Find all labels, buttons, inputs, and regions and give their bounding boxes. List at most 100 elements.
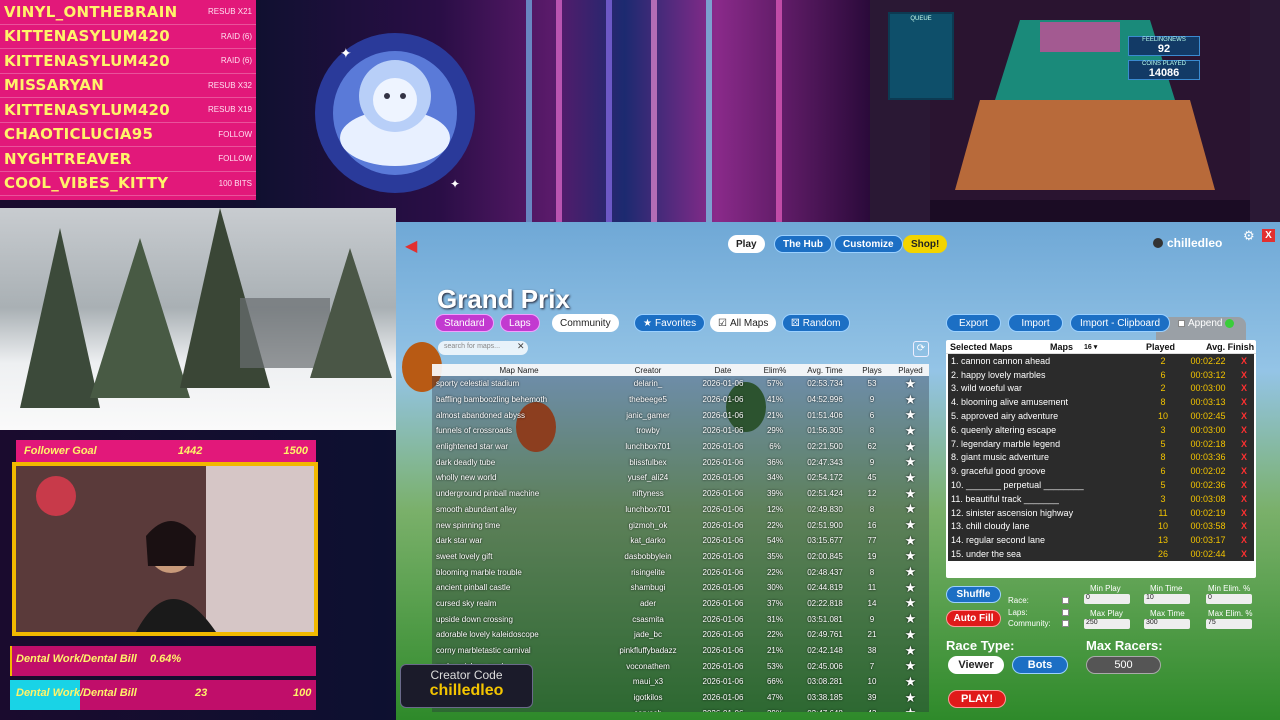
autofill-button[interactable]: Auto Fill	[946, 610, 1001, 627]
col-avg-time[interactable]: Avg. Time	[798, 366, 852, 375]
race-checkbox[interactable]	[1062, 597, 1069, 604]
col-date[interactable]: Date	[694, 366, 752, 375]
max-time-input[interactable]: 300	[1144, 619, 1190, 629]
tab-play[interactable]: Play	[728, 235, 765, 253]
remove-icon[interactable]: X	[1238, 452, 1250, 462]
star-icon[interactable]: ★	[892, 643, 929, 659]
table-row[interactable]: sweet lovely gift dasbobbylein 2026-01-0…	[432, 548, 929, 565]
star-icon[interactable]: ★	[892, 564, 929, 580]
selected-map-row[interactable]: 7. legendary marble legend 5 00:02:18 X	[948, 436, 1254, 451]
filter-community[interactable]: Community	[552, 314, 619, 332]
max-racers-input[interactable]: 500	[1086, 656, 1161, 674]
maps-count-select[interactable]: 16 ▾	[1084, 343, 1146, 351]
race-type-bots[interactable]: Bots	[1012, 656, 1068, 674]
play-button[interactable]: PLAY!	[948, 690, 1006, 708]
gear-icon[interactable]: ⚙	[1243, 228, 1255, 244]
star-icon[interactable]: ★	[892, 533, 929, 549]
filter-favorites[interactable]: ★ Favorites	[634, 314, 706, 332]
remove-icon[interactable]: X	[1238, 549, 1250, 559]
selected-map-row[interactable]: 2. happy lovely marbles 6 00:03:12 X	[948, 367, 1254, 382]
star-icon[interactable]: ★	[892, 501, 929, 517]
star-icon[interactable]: ★	[892, 470, 929, 486]
selected-map-row[interactable]: 15. under the sea 26 00:02:44 X	[948, 547, 1254, 561]
star-icon[interactable]: ★	[892, 627, 929, 643]
table-row[interactable]: new spinning time gizmoh_ok 2026-01-06 2…	[432, 517, 929, 533]
selected-map-row[interactable]: 6. queenly altering escape 3 00:03:00 X	[948, 422, 1254, 437]
remove-icon[interactable]: X	[1238, 466, 1250, 476]
table-row[interactable]: sporty celestial stadium delarin_ 2026-0…	[432, 376, 929, 392]
selected-map-row[interactable]: 11. beautiful track _______ 3 00:03:08 X	[948, 491, 1254, 506]
col-played[interactable]: Played	[892, 366, 929, 375]
selected-map-row[interactable]: 4. blooming alive amusement 8 00:03:13 X	[948, 395, 1254, 410]
col-map-name[interactable]: Map Name	[432, 366, 602, 375]
table-row[interactable]: blooming marble trouble risingelite 2026…	[432, 564, 929, 580]
table-row[interactable]: wholly new world yusef_ali24 2026-01-06 …	[432, 470, 929, 486]
clear-search-icon[interactable]: ✕	[517, 341, 525, 352]
search-input[interactable]: search for maps...	[438, 341, 528, 355]
col-creator[interactable]: Creator	[602, 366, 694, 375]
filter-random[interactable]: ⚄ Random	[782, 314, 850, 332]
race-type-viewer[interactable]: Viewer	[948, 656, 1004, 674]
star-icon[interactable]: ★	[892, 376, 929, 392]
close-button[interactable]: X	[1262, 229, 1275, 242]
col-plays[interactable]: Plays	[852, 366, 892, 375]
star-icon[interactable]: ★	[892, 423, 929, 439]
import-button[interactable]: Import	[1008, 314, 1063, 332]
selected-map-row[interactable]: 1. cannon cannon ahead 2 00:02:22 X	[948, 354, 1254, 368]
table-row[interactable]: upside down crossing csasmita 2026-01-06…	[432, 611, 929, 627]
remove-icon[interactable]: X	[1238, 508, 1250, 518]
star-icon[interactable]: ★	[892, 486, 929, 502]
table-row[interactable]: ancient pinball castle shambugi 2026-01-…	[432, 580, 929, 596]
append-toggle[interactable]: Append	[1178, 318, 1235, 329]
table-row[interactable]: adorable lovely kaleidoscope jade_bc 202…	[432, 627, 929, 643]
tab-the-hub[interactable]: The Hub	[774, 235, 832, 253]
tab-customize[interactable]: Customize	[834, 235, 903, 253]
remove-icon[interactable]: X	[1238, 494, 1250, 504]
community-checkbox[interactable]	[1062, 620, 1069, 627]
table-row[interactable]: underground pinball machine niftyness 20…	[432, 486, 929, 502]
star-icon[interactable]: ★	[892, 690, 929, 706]
star-icon[interactable]: ★	[892, 705, 929, 712]
remove-icon[interactable]: X	[1238, 535, 1250, 545]
table-row[interactable]: cursed sky realm ader 2026-01-06 37% 02:…	[432, 595, 929, 612]
table-row[interactable]: smooth abundant alley lunchbox701 2026-0…	[432, 501, 929, 518]
remove-icon[interactable]: X	[1238, 383, 1250, 393]
star-icon[interactable]: ★	[892, 454, 929, 470]
remove-icon[interactable]: X	[1238, 411, 1250, 421]
refresh-icon[interactable]: ⟳	[913, 341, 929, 357]
star-icon[interactable]: ★	[892, 580, 929, 596]
max-elim-input[interactable]: 75	[1206, 619, 1252, 629]
star-icon[interactable]: ★	[892, 407, 929, 423]
star-icon[interactable]: ★	[892, 611, 929, 627]
star-icon[interactable]: ★	[892, 595, 929, 611]
table-row[interactable]: funnels of crossroads trowby 2026-01-06 …	[432, 423, 929, 439]
star-icon[interactable]: ★	[892, 517, 929, 533]
filter-laps[interactable]: Laps	[500, 314, 540, 332]
table-row[interactable]: dark deadly tube blissfulbex 2026-01-06 …	[432, 454, 929, 470]
star-icon[interactable]: ★	[892, 439, 929, 455]
table-row[interactable]: baffling bamboozling behemoth thebeege5 …	[432, 392, 929, 408]
min-time-input[interactable]: 10	[1144, 594, 1190, 604]
star-icon[interactable]: ★	[892, 658, 929, 674]
selected-map-row[interactable]: 13. chill cloudy lane 10 00:03:58 X	[948, 519, 1254, 534]
star-icon[interactable]: ★	[892, 392, 929, 408]
tab-shop[interactable]: Shop!	[903, 235, 948, 253]
filter-all-maps[interactable]: ☑ All Maps	[710, 314, 777, 332]
remove-icon[interactable]: X	[1238, 370, 1250, 380]
remove-icon[interactable]: X	[1238, 521, 1250, 531]
selected-map-row[interactable]: 8. giant music adventure 8 00:03:36 X	[948, 450, 1254, 465]
remove-icon[interactable]: X	[1238, 480, 1250, 490]
remove-icon[interactable]: X	[1238, 439, 1250, 449]
remove-icon[interactable]: X	[1238, 425, 1250, 435]
selected-map-row[interactable]: 14. regular second lane 13 00:03:17 X	[948, 533, 1254, 548]
filter-standard[interactable]: Standard	[435, 314, 494, 332]
col-elim[interactable]: Elim%	[752, 366, 798, 375]
table-row[interactable]: corny marbletastic carnival pinkfluffyba…	[432, 643, 929, 659]
append-checkbox[interactable]	[1178, 320, 1185, 327]
star-icon[interactable]: ★	[892, 548, 929, 564]
import-clipboard-button[interactable]: Import - Clipboard	[1070, 314, 1170, 332]
user-profile[interactable]: chilledleo	[1153, 236, 1222, 250]
back-arrow-icon[interactable]: ◀	[405, 236, 417, 256]
table-row[interactable]: dark star war kat_darko 2026-01-06 54% 0…	[432, 533, 929, 549]
max-play-input[interactable]: 250	[1084, 619, 1130, 629]
